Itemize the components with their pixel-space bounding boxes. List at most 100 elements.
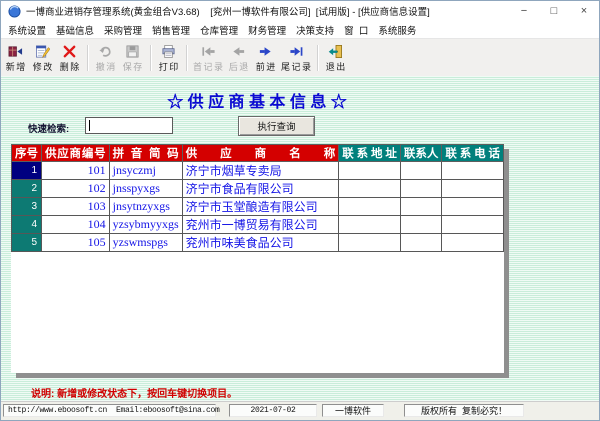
new-record-button[interactable]: 新增 [2, 41, 29, 75]
cell[interactable] [339, 180, 401, 198]
next-record-button[interactable]: 前进 [252, 41, 279, 75]
print-icon [161, 44, 176, 59]
delete-record-icon [62, 44, 77, 59]
instruction-note: 说明: 新增或修改状态下，按回车键切换项目。 [31, 385, 237, 400]
quick-search-input[interactable] [85, 117, 173, 134]
cell[interactable] [339, 234, 401, 252]
cell[interactable] [400, 198, 442, 216]
cell[interactable] [339, 198, 401, 216]
save-button[interactable]: 保存 [119, 41, 146, 75]
menu-item-system-settings[interactable]: 系统设置 [3, 23, 51, 37]
cell[interactable] [400, 180, 442, 198]
menu-item-sales[interactable]: 销售管理 [147, 23, 195, 37]
cell[interactable] [339, 216, 401, 234]
column-header: 供应商编号 [42, 145, 110, 162]
row-indicator[interactable]: 4 [12, 216, 42, 234]
row-indicator[interactable]: 5 [12, 234, 42, 252]
table-row[interactable]: 2102jnsspyxgs济宁市食品有限公司 [12, 180, 504, 198]
toolbar-separator [317, 45, 318, 71]
toolbar-separator [186, 45, 187, 71]
cell[interactable] [339, 162, 401, 180]
menu-item-warehouse[interactable]: 仓库管理 [195, 23, 243, 37]
close-button[interactable]: × [569, 1, 599, 21]
last-record-button[interactable]: 尾记录 [279, 41, 313, 75]
cell[interactable]: 济宁市烟草专卖局 [182, 162, 339, 180]
app-window: 一博商业进销存管理系统(黄金组合V3.68) [兖州一博软件有限公司] [试用版… [0, 0, 600, 421]
column-header: 联 系 地 址 [339, 145, 401, 162]
button-label: 尾记录 [281, 60, 313, 73]
column-header: 联系人 [400, 145, 442, 162]
cell[interactable]: jnsyczmj [109, 162, 182, 180]
quick-search-label: 快速检索: [28, 121, 69, 135]
save-icon [125, 44, 140, 59]
row-indicator[interactable]: 2 [12, 180, 42, 198]
cell[interactable]: 101 [42, 162, 110, 180]
button-label: 退出 [326, 60, 347, 73]
button-label: 撤消 [96, 60, 117, 73]
table-row[interactable]: 1101jnsyczmj济宁市烟草专卖局 [12, 162, 504, 180]
titlebar: 一博商业进销存管理系统(黄金组合V3.68) [兖州一博软件有限公司] [试用版… [1, 1, 599, 21]
table-row[interactable]: 4104yzsybmyyxgs兖州市一博贸易有限公司 [12, 216, 504, 234]
cell[interactable]: 济宁市玉堂酿造有限公司 [182, 198, 339, 216]
exit-icon [328, 44, 343, 59]
button-label: 首记录 [193, 60, 225, 73]
button-label: 新增 [6, 60, 27, 73]
cell[interactable]: jnsytnzyxgs [109, 198, 182, 216]
cell[interactable]: 103 [42, 198, 110, 216]
button-label: 修改 [33, 60, 54, 73]
menu-item-basic-info[interactable]: 基础信息 [51, 23, 99, 37]
previous-record-button[interactable]: 后退 [225, 41, 252, 75]
column-header: 供 应 商 名 称 [182, 145, 339, 162]
cell[interactable]: jnsspyxgs [109, 180, 182, 198]
maximize-button[interactable]: □ [539, 1, 569, 21]
column-header: 序号 [12, 145, 42, 162]
first-record-button[interactable]: 首记录 [191, 41, 225, 75]
row-indicator[interactable]: 3 [12, 198, 42, 216]
cell[interactable] [400, 162, 442, 180]
next-record-icon [258, 44, 273, 59]
window-controls: − □ × [509, 1, 599, 21]
cell[interactable] [442, 198, 504, 216]
cell[interactable]: 104 [42, 216, 110, 234]
menu-item-finance[interactable]: 财务管理 [243, 23, 291, 37]
cell[interactable] [442, 234, 504, 252]
cell[interactable]: 102 [42, 180, 110, 198]
cell[interactable] [442, 216, 504, 234]
print-button[interactable]: 打印 [155, 41, 182, 75]
menu-item-purchase[interactable]: 采购管理 [99, 23, 147, 37]
cell[interactable] [400, 216, 442, 234]
last-record-icon [289, 44, 304, 59]
supplier-table: 序号供应商编号拼 音 简 码供 应 商 名 称联 系 地 址联系人联 系 电 话… [11, 144, 504, 252]
undo-button[interactable]: 撤消 [92, 41, 119, 75]
menubar: 系统设置 基础信息 采购管理 销售管理 仓库管理 财务管理 决策支持 窗 口 系… [1, 21, 599, 38]
minimize-button[interactable]: − [509, 1, 539, 21]
status-copyright: 版权所有 复制必究！ [404, 404, 524, 417]
cell[interactable]: yzswmspgs [109, 234, 182, 252]
table-row[interactable]: 3103jnsytnzyxgs济宁市玉堂酿造有限公司 [12, 198, 504, 216]
button-label: 前进 [256, 60, 277, 73]
cell[interactable]: 济宁市食品有限公司 [182, 180, 339, 198]
delete-record-button[interactable]: 删除 [56, 41, 83, 75]
execute-query-button[interactable]: 执行查询 [238, 116, 315, 136]
modify-record-button[interactable]: 修改 [29, 41, 56, 75]
app-logo-icon [8, 5, 21, 18]
cell[interactable]: 兖州市一博贸易有限公司 [182, 216, 339, 234]
cell[interactable] [442, 180, 504, 198]
status-date: 2021-07-02 [229, 404, 317, 417]
table-row[interactable]: 5105yzswmspgs兖州市味美食品公司 [12, 234, 504, 252]
status-website-email: http://www.eboosoft.cn Email:eboosoft@si… [3, 404, 216, 417]
exit-button[interactable]: 退出 [322, 41, 349, 75]
column-header: 拼 音 简 码 [109, 145, 182, 162]
cell[interactable] [400, 234, 442, 252]
text-caret [89, 120, 90, 131]
button-label: 保存 [123, 60, 144, 73]
button-label: 打印 [159, 60, 180, 73]
menu-item-decision[interactable]: 决策支持 [291, 23, 339, 37]
menu-item-system-service[interactable]: 系统服务 [373, 23, 421, 37]
cell[interactable]: 兖州市味美食品公司 [182, 234, 339, 252]
menu-item-window[interactable]: 窗 口 [339, 23, 373, 37]
cell[interactable] [442, 162, 504, 180]
row-indicator-selected[interactable]: 1 [12, 162, 42, 180]
cell[interactable]: 105 [42, 234, 110, 252]
cell[interactable]: yzsybmyyxgs [109, 216, 182, 234]
